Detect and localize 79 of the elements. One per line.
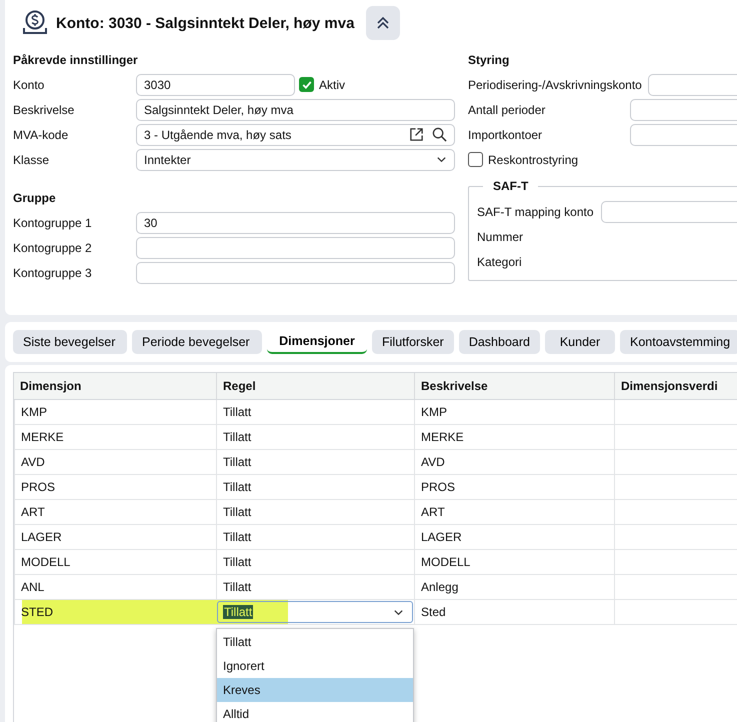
table-cell: Tillatt (216, 475, 414, 499)
table-cell: Anlegg (414, 575, 614, 599)
field-label: Konto (13, 78, 46, 92)
checkbox-label: Reskontrostyring (488, 152, 578, 166)
external-link-icon[interactable] (409, 127, 424, 142)
tab[interactable]: Siste bevegelser (13, 330, 127, 354)
table-cell: ART (14, 500, 216, 524)
chevrons-up-icon (375, 15, 392, 31)
dropdown-option[interactable]: Kreves (217, 678, 413, 702)
table-cell: Sted (414, 600, 614, 624)
lookup-field[interactable]: 3 - Utgående mva, høy sats (136, 124, 455, 146)
table-cell: Tillatt (216, 400, 414, 424)
table-cell: Tillatt (216, 550, 414, 574)
collapse-button[interactable] (366, 6, 400, 40)
checkbox[interactable] (468, 152, 483, 167)
input-field[interactable] (601, 200, 737, 222)
field-label: Kategori (477, 254, 523, 268)
input-field[interactable]: 3030 (136, 74, 295, 96)
field-label: Nummer (477, 230, 524, 244)
tab[interactable]: Filutforsker (372, 330, 454, 354)
table-cell: Tillatt (216, 525, 414, 549)
field-label: Kontogruppe 3 (13, 266, 93, 280)
section-heading: Gruppe (13, 190, 57, 207)
table-cell: Tillatt (216, 425, 414, 449)
chevron-down-icon (436, 154, 447, 165)
tab[interactable]: Kontoavstemming (620, 330, 737, 354)
input-field[interactable] (136, 262, 455, 284)
table-cell: AVD (14, 450, 216, 474)
dropdown-option[interactable]: Tillatt (217, 630, 413, 654)
table-cell: ART (414, 500, 614, 524)
panel-legend: SAF-T (483, 179, 538, 193)
table-cell: MERKE (414, 425, 614, 449)
field-label: Importkontoer (468, 128, 544, 142)
table-cell: Tillatt (216, 500, 414, 524)
money-icon (22, 10, 48, 36)
column-header[interactable]: Dimensjon (14, 373, 216, 399)
table-cell: Tillatt (216, 575, 414, 599)
checkbox[interactable] (299, 77, 314, 92)
field-label: Kontogruppe 1 (13, 216, 93, 230)
tab[interactable]: Dashboard (458, 330, 540, 354)
input-field[interactable] (630, 98, 737, 120)
table-cell: KMP (414, 400, 614, 424)
input-field[interactable]: 30 (136, 212, 455, 234)
field-label: MVA-kode (13, 128, 70, 142)
tab[interactable]: Periode bevegelser (132, 330, 262, 354)
field-label: SAF-T mapping konto (477, 204, 595, 218)
field-label: Antall perioder (468, 102, 546, 116)
column-header[interactable]: Dimensjonsverdi (614, 373, 737, 399)
select-field[interactable]: Tillatt (217, 601, 413, 623)
dropdown-option[interactable]: Ignorert (217, 654, 413, 678)
table-cell: Tillatt (216, 450, 414, 474)
section-heading: Styring (468, 52, 510, 69)
field-label: Periodisering-/Avskrivningskonto (468, 78, 643, 92)
select-field[interactable]: Inntekter (136, 148, 455, 170)
table-cell: LAGER (14, 525, 216, 549)
table-cell: MERKE (14, 425, 216, 449)
input-field[interactable] (630, 124, 737, 146)
input-field[interactable]: Salgsinntekt Deler, høy mva (136, 98, 455, 120)
table-cell: AVD (414, 450, 614, 474)
table-cell: MODELL (14, 550, 216, 574)
field-label: Klasse (13, 152, 50, 166)
search-icon[interactable] (432, 127, 447, 142)
field-label: Kontogruppe 2 (13, 240, 93, 254)
field-label: Beskrivelse (13, 102, 76, 116)
column-header[interactable]: Regel (216, 373, 414, 399)
column-header[interactable]: Beskrivelse (414, 373, 614, 399)
table-cell: PROS (414, 475, 614, 499)
table-cell: LAGER (414, 525, 614, 549)
table-cell: PROS (14, 475, 216, 499)
dropdown-option[interactable]: Alltid (217, 702, 413, 722)
checkmark-icon (300, 78, 312, 90)
input-field[interactable] (136, 236, 455, 258)
table-cell: KMP (14, 400, 216, 424)
section-heading: Påkrevde innstillinger (13, 52, 139, 69)
page-title: Konto: 3030 - Salgsinntekt Deler, høy mva (56, 14, 354, 32)
tab[interactable]: Kunder (544, 330, 615, 354)
table-cell: MODELL (414, 550, 614, 574)
table-cell: ANL (14, 575, 216, 599)
checkbox-label: Aktiv (319, 78, 346, 92)
